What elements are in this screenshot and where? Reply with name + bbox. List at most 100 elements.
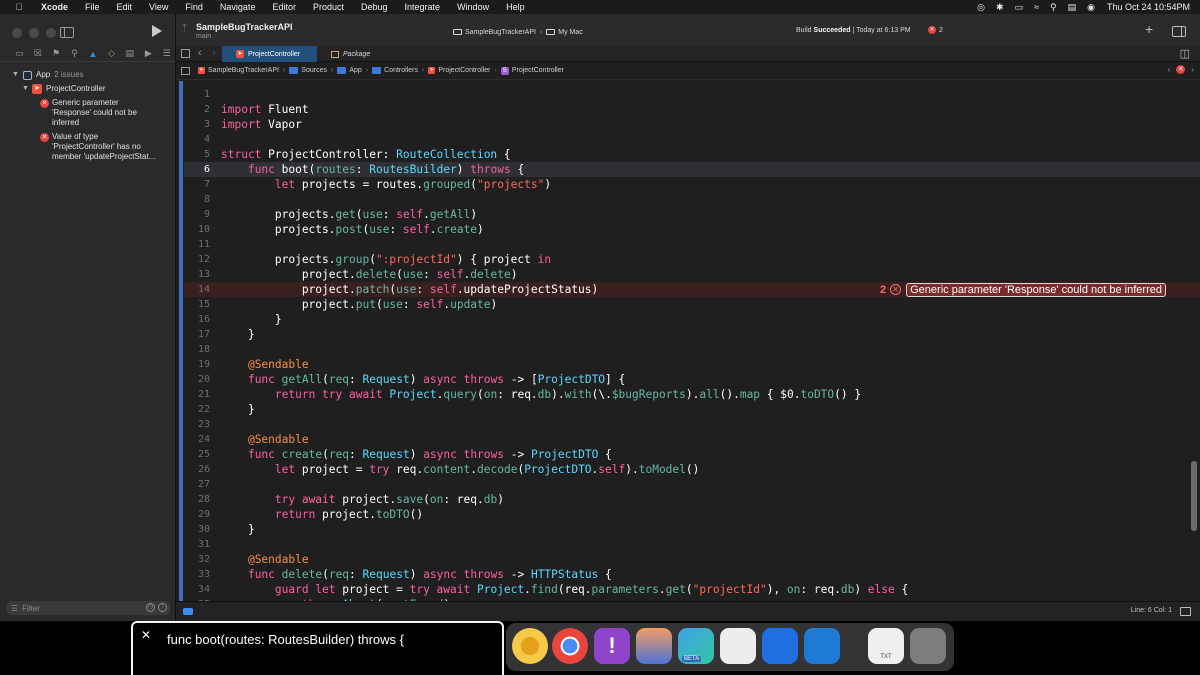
chevron-right-icon[interactable]: › [1191,65,1194,74]
line-number[interactable]: 27 [184,477,210,492]
filter-field[interactable]: ☰ Filter ◷ ! [7,601,170,615]
issue-item[interactable]: ✕ Generic parameter 'Response' could not… [0,98,176,128]
line-number[interactable]: 20 [184,372,210,387]
line-number[interactable]: 11 [184,237,210,252]
run-button[interactable] [152,25,162,37]
menu-integrate[interactable]: Integrate [405,2,441,12]
zoom-window-button[interactable] [46,28,56,38]
code-line[interactable]: } [221,522,255,537]
code-line[interactable]: projects.group(":projectId") { project i… [221,252,551,267]
sidebar-toggle-icon[interactable] [60,27,74,38]
filter-error-icon[interactable]: ! [158,603,167,612]
dock-chrome-icon[interactable] [552,628,588,664]
code-line[interactable]: func boot(routes: RoutesBuilder) throws … [221,162,524,177]
debug-panel-icon[interactable] [1180,607,1191,616]
find-icon[interactable]: ⚲ [65,48,83,59]
code-line[interactable]: return try await Project.query(on: req.d… [221,387,861,402]
code-line[interactable]: try await project.save(on: req.db) [221,492,504,507]
menu-help[interactable]: Help [506,2,525,12]
line-number[interactable]: 10 [184,222,210,237]
grid-icon[interactable] [181,49,190,58]
test-icon[interactable]: ◇ [102,48,120,59]
battery-icon[interactable]: ▭ [1015,2,1024,13]
breadcrumb[interactable]: ➤ SampleBugTrackerAPI [198,67,279,74]
breadcrumb[interactable]: Sources [289,67,327,74]
chevron-left-icon[interactable]: ‹ [1168,65,1171,74]
dock-txt-file-icon[interactable]: TXT [868,628,904,664]
siri-icon[interactable]: ◉ [1087,2,1095,13]
control-center-icon[interactable]: ▤ [1068,2,1077,13]
inline-error-annotation[interactable]: 2 ✕ Generic parameter 'Response' could n… [880,282,1166,297]
line-number[interactable]: 22 [184,402,210,417]
issue-group-app[interactable]: ▼ App 2 issues [0,68,176,82]
code-line[interactable]: project.put(use: self.update) [221,297,497,312]
line-number[interactable]: 15 [184,297,210,312]
code-line[interactable]: } [221,312,282,327]
related-items-icon[interactable] [181,66,190,75]
menu-view[interactable]: View [149,2,168,12]
issue-file-row[interactable]: ▼ ➤ ProjectController [0,82,176,96]
code-line[interactable]: @Sendable [221,432,309,447]
editor-scrollbar[interactable] [1190,81,1197,601]
line-number[interactable]: 24 [184,432,210,447]
code-line[interactable]: let project = try req.content.decode(Pro… [221,462,699,477]
chevron-left-icon[interactable]: ‹ [198,47,202,59]
run-destination[interactable]: SampleBugTrackerAPI › My Mac [453,25,583,39]
code-line[interactable]: return project.toDTO() [221,507,423,522]
code-line[interactable]: @Sendable [221,357,309,372]
line-number[interactable]: 14 [184,282,210,297]
debug-icon[interactable]: ▤ [121,48,139,59]
line-number[interactable]: 5 [184,147,210,162]
line-number[interactable]: 21 [184,387,210,402]
dock-simulator-icon[interactable] [636,628,672,664]
code-line[interactable]: @Sendable [221,552,309,567]
code-line[interactable]: projects.get(use: self.getAll) [221,207,477,222]
chevron-right-icon[interactable]: › [212,47,216,59]
bluetooth-icon[interactable]: ✱ [996,2,1004,13]
project-title[interactable]: SampleBugTrackerAPI [196,22,293,32]
line-number[interactable]: 2 [184,102,210,117]
source-editor[interactable]: 1 2 3 4 5 6 7 8 9 10 11 12 13 14 15 16 17 18 19 20 21 22 23 24 2… [176,81,1200,601]
menu-navigate[interactable]: Navigate [220,2,256,12]
menu-clock[interactable]: Thu Oct 24 10:54PM [1107,2,1190,12]
dock-vscode-icon[interactable] [804,628,840,664]
line-number[interactable]: 12 [184,252,210,267]
line-number[interactable]: 18 [184,342,210,357]
debug-area-toggle-icon[interactable] [183,608,193,615]
line-number[interactable]: 13 [184,267,210,282]
report-icon[interactable]: ☰ [158,48,176,59]
line-number[interactable]: 9 [184,207,210,222]
dock-trash-icon[interactable] [910,628,946,664]
close-icon[interactable]: ✕ [141,628,151,642]
tab-package[interactable]: Package [317,46,412,62]
line-number[interactable]: 19 [184,357,210,372]
menu-product[interactable]: Product [313,2,344,12]
code-line[interactable]: import Fluent [221,102,309,117]
line-number[interactable]: 1 [184,87,210,102]
menu-debug[interactable]: Debug [361,2,388,12]
error-icon[interactable]: ✕ [1176,65,1186,74]
branch-name[interactable]: main [196,33,211,40]
breadcrumb[interactable]: S ProjectController [500,66,564,75]
line-number[interactable]: 4 [184,132,210,147]
menu-window[interactable]: Window [457,2,489,12]
line-number[interactable]: 23 [184,417,210,432]
line-number[interactable]: 29 [184,507,210,522]
breakpoint-icon[interactable]: ▶ [139,48,157,59]
dock-chrome-canary-icon[interactable] [512,628,548,664]
disclosure-down-icon[interactable]: ▼ [12,70,20,80]
line-number[interactable]: 33 [184,567,210,582]
line-number[interactable]: 32 [184,552,210,567]
code-line[interactable]: project.delete(use: self.delete) [221,267,518,282]
code-line[interactable]: func create(req: Request) async throws -… [221,447,612,462]
line-number[interactable]: 17 [184,327,210,342]
code-line[interactable]: projects.post(use: self.create) [221,222,484,237]
search-icon[interactable]: ⚲ [1050,2,1057,13]
dock-feedback-icon[interactable]: ! [594,628,630,664]
line-number[interactable]: 34 [184,582,210,597]
code-line[interactable]: import Vapor [221,117,302,132]
dock-textedit-icon[interactable] [720,628,756,664]
airplay-icon[interactable]: ◎ [977,2,985,13]
line-number[interactable]: 3 [184,117,210,132]
line-number[interactable]: 28 [184,492,210,507]
